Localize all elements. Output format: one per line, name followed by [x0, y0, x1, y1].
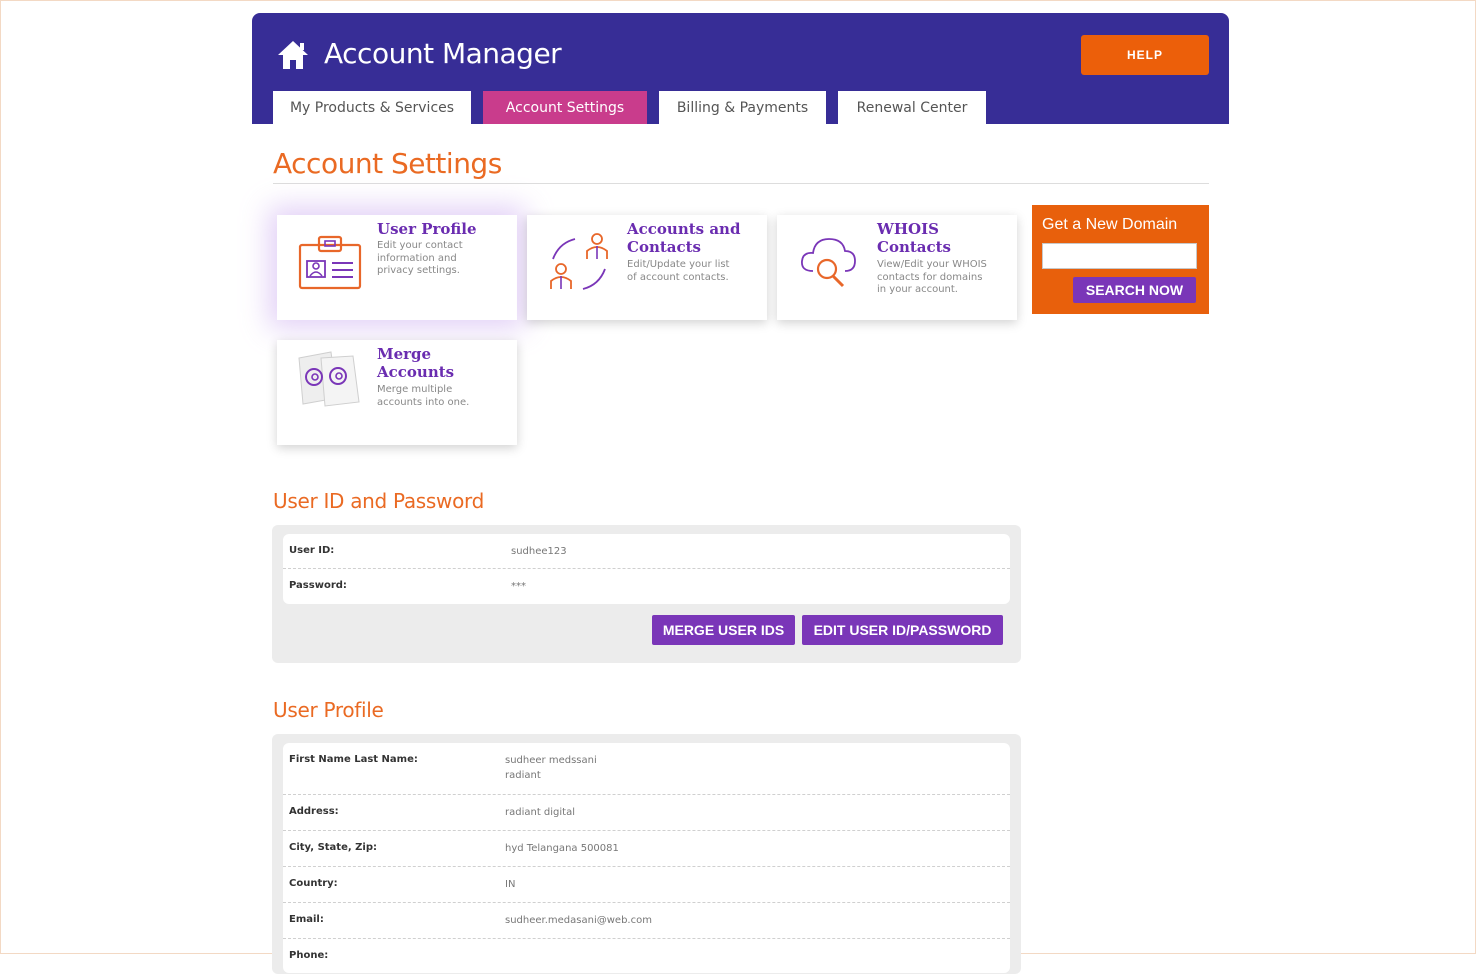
- row-value: hyd Telangana 500081: [505, 843, 619, 854]
- merge-user-ids-button[interactable]: MERGE USER IDS: [652, 615, 795, 645]
- app-title: Account Manager: [324, 37, 562, 70]
- contacts-exchange-icon: [550, 233, 608, 290]
- table-row: Phone:: [283, 939, 1010, 973]
- row-label: Phone:: [289, 950, 329, 961]
- home-icon[interactable]: [276, 39, 310, 71]
- card-merge-accounts[interactable]: Merge Accounts Merge multiple accounts i…: [277, 340, 517, 445]
- card-user-profile[interactable]: User Profile Edit your contact informati…: [277, 215, 517, 320]
- title-divider: [273, 183, 1209, 184]
- card-accounts-contacts[interactable]: Accounts and Contacts Edit/Update your l…: [527, 215, 767, 320]
- edit-user-id-password-button[interactable]: EDIT USER ID/PASSWORD: [802, 615, 1003, 645]
- tab-my-products[interactable]: My Products & Services: [273, 91, 471, 124]
- row-label: First Name Last Name:: [289, 754, 418, 765]
- section-title-credentials: User ID and Password: [273, 489, 485, 513]
- table-row: First Name Last Name: sudheer medssani r…: [283, 743, 1010, 795]
- row-label: Password:: [289, 580, 347, 591]
- id-card-icon: [298, 235, 362, 290]
- card-title: Merge Accounts: [377, 345, 455, 381]
- table-row: Address: radiant digital: [283, 795, 1010, 831]
- row-value: ***: [511, 581, 526, 592]
- table-row: Password: ***: [283, 569, 1010, 604]
- cloud-search-icon: [801, 238, 856, 288]
- row-value: sudheer.medasani@web.com: [505, 915, 652, 926]
- table-row: Country: IN: [283, 867, 1010, 903]
- help-button[interactable]: HELP: [1081, 35, 1209, 75]
- card-title: WHOIS Contacts: [877, 220, 952, 256]
- profile-table: First Name Last Name: sudheer medssani r…: [283, 743, 1010, 973]
- merge-at-icon: [298, 351, 360, 407]
- search-now-button[interactable]: SEARCH NOW: [1073, 277, 1196, 303]
- row-label: Email:: [289, 914, 324, 925]
- card-title: User Profile: [377, 220, 477, 238]
- card-description: Edit/Update your list of account contact…: [627, 259, 730, 283]
- table-row: Email: sudheer.medasani@web.com: [283, 903, 1010, 939]
- card-description: Edit your contact information and privac…: [377, 240, 463, 276]
- row-value: sudheer medssani radiant: [505, 753, 597, 783]
- tab-billing-payments[interactable]: Billing & Payments: [659, 91, 826, 124]
- row-label: User ID:: [289, 545, 335, 556]
- card-whois-contacts[interactable]: WHOIS Contacts View/Edit your WHOIS cont…: [777, 215, 1017, 320]
- card-title: Accounts and Contacts: [627, 220, 741, 256]
- card-description: Merge multiple accounts into one.: [377, 384, 470, 408]
- domain-search-input[interactable]: [1042, 243, 1197, 269]
- domain-search-title: Get a New Domain: [1042, 216, 1178, 233]
- first-last-name-value: sudheer medssani: [505, 755, 597, 766]
- card-description: View/Edit your WHOIS contacts for domain…: [877, 259, 987, 295]
- table-row: City, State, Zip: hyd Telangana 500081: [283, 831, 1010, 867]
- row-value: IN: [505, 879, 516, 890]
- row-label: Address:: [289, 806, 339, 817]
- page-title: Account Settings: [273, 147, 502, 180]
- company-value: radiant: [505, 770, 541, 781]
- row-value: radiant digital: [505, 807, 576, 818]
- row-label: Country:: [289, 878, 338, 889]
- tab-account-settings[interactable]: Account Settings: [483, 91, 647, 124]
- table-row: User ID: sudhee123: [283, 534, 1010, 569]
- row-label: City, State, Zip:: [289, 842, 377, 853]
- tab-renewal-center[interactable]: Renewal Center: [838, 91, 986, 124]
- row-value: sudhee123: [511, 546, 567, 557]
- credentials-table: User ID: sudhee123 Password: ***: [283, 534, 1010, 604]
- section-title-user-profile: User Profile: [273, 698, 384, 722]
